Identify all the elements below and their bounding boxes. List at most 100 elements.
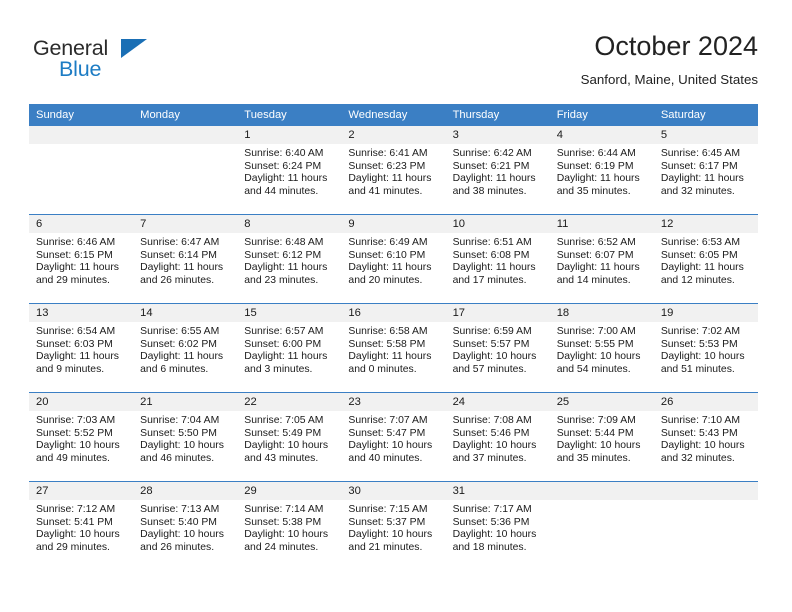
calendar-day-cell[interactable]: 12 Sunrise: 6:53 AM Sunset: 6:05 PM Dayl… bbox=[653, 214, 758, 304]
calendar-day-cell[interactable]: 14 Sunrise: 6:55 AM Sunset: 6:02 PM Dayl… bbox=[133, 303, 238, 393]
daylight-text-line2: and 46 minutes. bbox=[140, 452, 215, 464]
sunrise-text: Sunrise: 6:44 AM bbox=[556, 148, 636, 159]
sunset-text: Sunset: 5:38 PM bbox=[244, 516, 322, 528]
weekday-header-saturday: Saturday bbox=[653, 104, 758, 126]
daylight-text-line2: and 37 minutes. bbox=[452, 452, 527, 464]
weekday-header-sunday: Sunday bbox=[29, 104, 134, 126]
daylight-text-line1: Daylight: 10 hours bbox=[36, 440, 120, 452]
sunrise-text: Sunrise: 6:55 AM bbox=[140, 326, 220, 337]
daylight-text-line2: and 24 minutes. bbox=[244, 541, 319, 553]
weekday-header-friday: Friday bbox=[549, 104, 654, 126]
sunset-text: Sunset: 5:40 PM bbox=[140, 516, 217, 528]
sunset-text: Sunset: 6:00 PM bbox=[244, 338, 322, 350]
weekday-header-thursday: Thursday bbox=[445, 104, 550, 126]
calendar-day-cell[interactable]: 2 Sunrise: 6:41 AM Sunset: 6:23 PM Dayli… bbox=[341, 126, 446, 215]
calendar-day-cell[interactable]: 31 Sunrise: 7:17 AM Sunset: 5:36 PM Dayl… bbox=[445, 481, 550, 570]
day-number: 28 bbox=[133, 482, 238, 500]
calendar-day-cell[interactable]: 7 Sunrise: 6:47 AM Sunset: 6:14 PM Dayli… bbox=[133, 214, 238, 304]
sunset-text: Sunset: 5:50 PM bbox=[140, 427, 217, 439]
daylight-text-line2: and 18 minutes. bbox=[452, 541, 527, 553]
calendar-day-cell[interactable]: 24 Sunrise: 7:08 AM Sunset: 5:46 PM Dayl… bbox=[445, 392, 550, 482]
calendar-day-cell[interactable]: 15 Sunrise: 6:57 AM Sunset: 6:00 PM Dayl… bbox=[237, 303, 342, 393]
calendar-day-cell[interactable]: 11 Sunrise: 6:52 AM Sunset: 6:07 PM Dayl… bbox=[549, 214, 654, 304]
sunrise-text: Sunrise: 7:09 AM bbox=[556, 415, 636, 426]
day-number bbox=[133, 126, 238, 144]
daylight-text-line1: Daylight: 10 hours bbox=[348, 440, 433, 452]
daylight-text-line2: and 0 minutes. bbox=[348, 363, 417, 375]
day-details bbox=[654, 500, 758, 504]
daylight-text-line2: and 12 minutes. bbox=[660, 274, 735, 286]
page-title: October 2024 bbox=[594, 31, 758, 61]
calendar-day-cell[interactable]: 29 Sunrise: 7:14 AM Sunset: 5:38 PM Dayl… bbox=[237, 481, 342, 570]
daylight-text-line2: and 32 minutes. bbox=[660, 452, 735, 464]
day-details: Sunrise: 7:13 AM Sunset: 5:40 PM Dayligh… bbox=[133, 500, 237, 554]
daylight-text-line1: Daylight: 10 hours bbox=[244, 529, 329, 541]
day-details: Sunrise: 6:51 AM Sunset: 6:08 PM Dayligh… bbox=[446, 233, 550, 287]
day-details: Sunrise: 6:59 AM Sunset: 5:57 PM Dayligh… bbox=[446, 322, 550, 376]
calendar-day-cell[interactable]: 16 Sunrise: 6:58 AM Sunset: 5:58 PM Dayl… bbox=[341, 303, 446, 393]
logo-text-blue: Blue bbox=[59, 57, 102, 81]
calendar-day-cell[interactable]: 26 Sunrise: 7:10 AM Sunset: 5:43 PM Dayl… bbox=[653, 392, 758, 482]
calendar-day-cell[interactable]: 20 Sunrise: 7:03 AM Sunset: 5:52 PM Dayl… bbox=[29, 392, 134, 482]
daylight-text-line2: and 44 minutes. bbox=[244, 185, 319, 197]
calendar-week-row: 27 Sunrise: 7:12 AM Sunset: 5:41 PM Dayl… bbox=[29, 481, 758, 570]
daylight-text-line1: Daylight: 11 hours bbox=[660, 262, 744, 274]
calendar-day-cell[interactable]: 4 Sunrise: 6:44 AM Sunset: 6:19 PM Dayli… bbox=[549, 126, 654, 215]
day-details: Sunrise: 6:54 AM Sunset: 6:03 PM Dayligh… bbox=[29, 322, 133, 376]
sunrise-text: Sunrise: 7:05 AM bbox=[244, 415, 324, 426]
sunset-text: Sunset: 5:44 PM bbox=[556, 427, 634, 439]
calendar-day-cell[interactable] bbox=[29, 126, 134, 215]
day-number: 13 bbox=[29, 304, 134, 322]
calendar-day-cell[interactable] bbox=[133, 126, 238, 215]
location-subtitle: Sanford, Maine, United States bbox=[580, 72, 758, 87]
calendar-day-cell[interactable]: 17 Sunrise: 6:59 AM Sunset: 5:57 PM Dayl… bbox=[445, 303, 550, 393]
general-blue-logo[interactable]: General Blue bbox=[33, 36, 253, 86]
calendar-day-cell[interactable]: 22 Sunrise: 7:05 AM Sunset: 5:49 PM Dayl… bbox=[237, 392, 342, 482]
calendar-day-cell[interactable]: 9 Sunrise: 6:49 AM Sunset: 6:10 PM Dayli… bbox=[341, 214, 446, 304]
calendar-day-cell[interactable]: 18 Sunrise: 7:00 AM Sunset: 5:55 PM Dayl… bbox=[549, 303, 654, 393]
day-number: 15 bbox=[237, 304, 342, 322]
day-details: Sunrise: 7:17 AM Sunset: 5:36 PM Dayligh… bbox=[446, 500, 550, 554]
calendar-day-cell[interactable]: 8 Sunrise: 6:48 AM Sunset: 6:12 PM Dayli… bbox=[237, 214, 342, 304]
sunset-text: Sunset: 5:36 PM bbox=[452, 516, 530, 528]
calendar-day-cell[interactable]: 10 Sunrise: 6:51 AM Sunset: 6:08 PM Dayl… bbox=[445, 214, 550, 304]
sunrise-text: Sunrise: 6:54 AM bbox=[36, 326, 116, 337]
sunrise-text: Sunrise: 7:12 AM bbox=[36, 504, 116, 515]
daylight-text-line2: and 51 minutes. bbox=[660, 363, 735, 375]
day-number: 6 bbox=[29, 215, 134, 233]
calendar-day-cell[interactable] bbox=[549, 481, 654, 570]
calendar-day-cell[interactable]: 13 Sunrise: 6:54 AM Sunset: 6:03 PM Dayl… bbox=[29, 303, 134, 393]
sunrise-text: Sunrise: 6:53 AM bbox=[660, 237, 740, 248]
sunset-text: Sunset: 6:08 PM bbox=[452, 249, 530, 261]
daylight-text-line1: Daylight: 11 hours bbox=[348, 351, 432, 363]
day-number: 29 bbox=[237, 482, 342, 500]
calendar-day-cell[interactable]: 19 Sunrise: 7:02 AM Sunset: 5:53 PM Dayl… bbox=[653, 303, 758, 393]
sunset-text: Sunset: 6:19 PM bbox=[556, 160, 634, 172]
sunrise-text: Sunrise: 7:02 AM bbox=[660, 326, 740, 337]
sunrise-text: Sunrise: 7:10 AM bbox=[660, 415, 740, 426]
sunrise-text: Sunrise: 6:48 AM bbox=[244, 237, 324, 248]
calendar-day-cell[interactable]: 5 Sunrise: 6:45 AM Sunset: 6:17 PM Dayli… bbox=[653, 126, 758, 215]
day-details: Sunrise: 7:08 AM Sunset: 5:46 PM Dayligh… bbox=[446, 411, 550, 465]
calendar-day-cell[interactable]: 25 Sunrise: 7:09 AM Sunset: 5:44 PM Dayl… bbox=[549, 392, 654, 482]
calendar-day-cell[interactable] bbox=[653, 481, 758, 570]
calendar-day-cell[interactable]: 28 Sunrise: 7:13 AM Sunset: 5:40 PM Dayl… bbox=[133, 481, 238, 570]
daylight-text-line2: and 6 minutes. bbox=[140, 363, 209, 375]
day-details: Sunrise: 7:07 AM Sunset: 5:47 PM Dayligh… bbox=[341, 411, 445, 465]
day-number: 22 bbox=[237, 393, 342, 411]
calendar-day-cell[interactable]: 23 Sunrise: 7:07 AM Sunset: 5:47 PM Dayl… bbox=[341, 392, 446, 482]
calendar-day-cell[interactable]: 27 Sunrise: 7:12 AM Sunset: 5:41 PM Dayl… bbox=[29, 481, 134, 570]
day-number: 4 bbox=[549, 126, 654, 144]
calendar-day-cell[interactable]: 6 Sunrise: 6:46 AM Sunset: 6:15 PM Dayli… bbox=[29, 214, 134, 304]
daylight-text-line1: Daylight: 11 hours bbox=[140, 262, 224, 274]
calendar-day-cell[interactable]: 21 Sunrise: 7:04 AM Sunset: 5:50 PM Dayl… bbox=[133, 392, 238, 482]
day-number: 2 bbox=[341, 126, 446, 144]
sunrise-text: Sunrise: 7:00 AM bbox=[556, 326, 636, 337]
calendar-day-cell[interactable]: 1 Sunrise: 6:40 AM Sunset: 6:24 PM Dayli… bbox=[237, 126, 342, 215]
calendar-day-cell[interactable]: 3 Sunrise: 6:42 AM Sunset: 6:21 PM Dayli… bbox=[445, 126, 550, 215]
sunset-text: Sunset: 6:21 PM bbox=[452, 160, 530, 172]
sunset-text: Sunset: 6:24 PM bbox=[244, 160, 322, 172]
calendar-day-cell[interactable]: 30 Sunrise: 7:15 AM Sunset: 5:37 PM Dayl… bbox=[341, 481, 446, 570]
daylight-text-line2: and 35 minutes. bbox=[556, 452, 631, 464]
sunset-text: Sunset: 5:53 PM bbox=[660, 338, 738, 350]
